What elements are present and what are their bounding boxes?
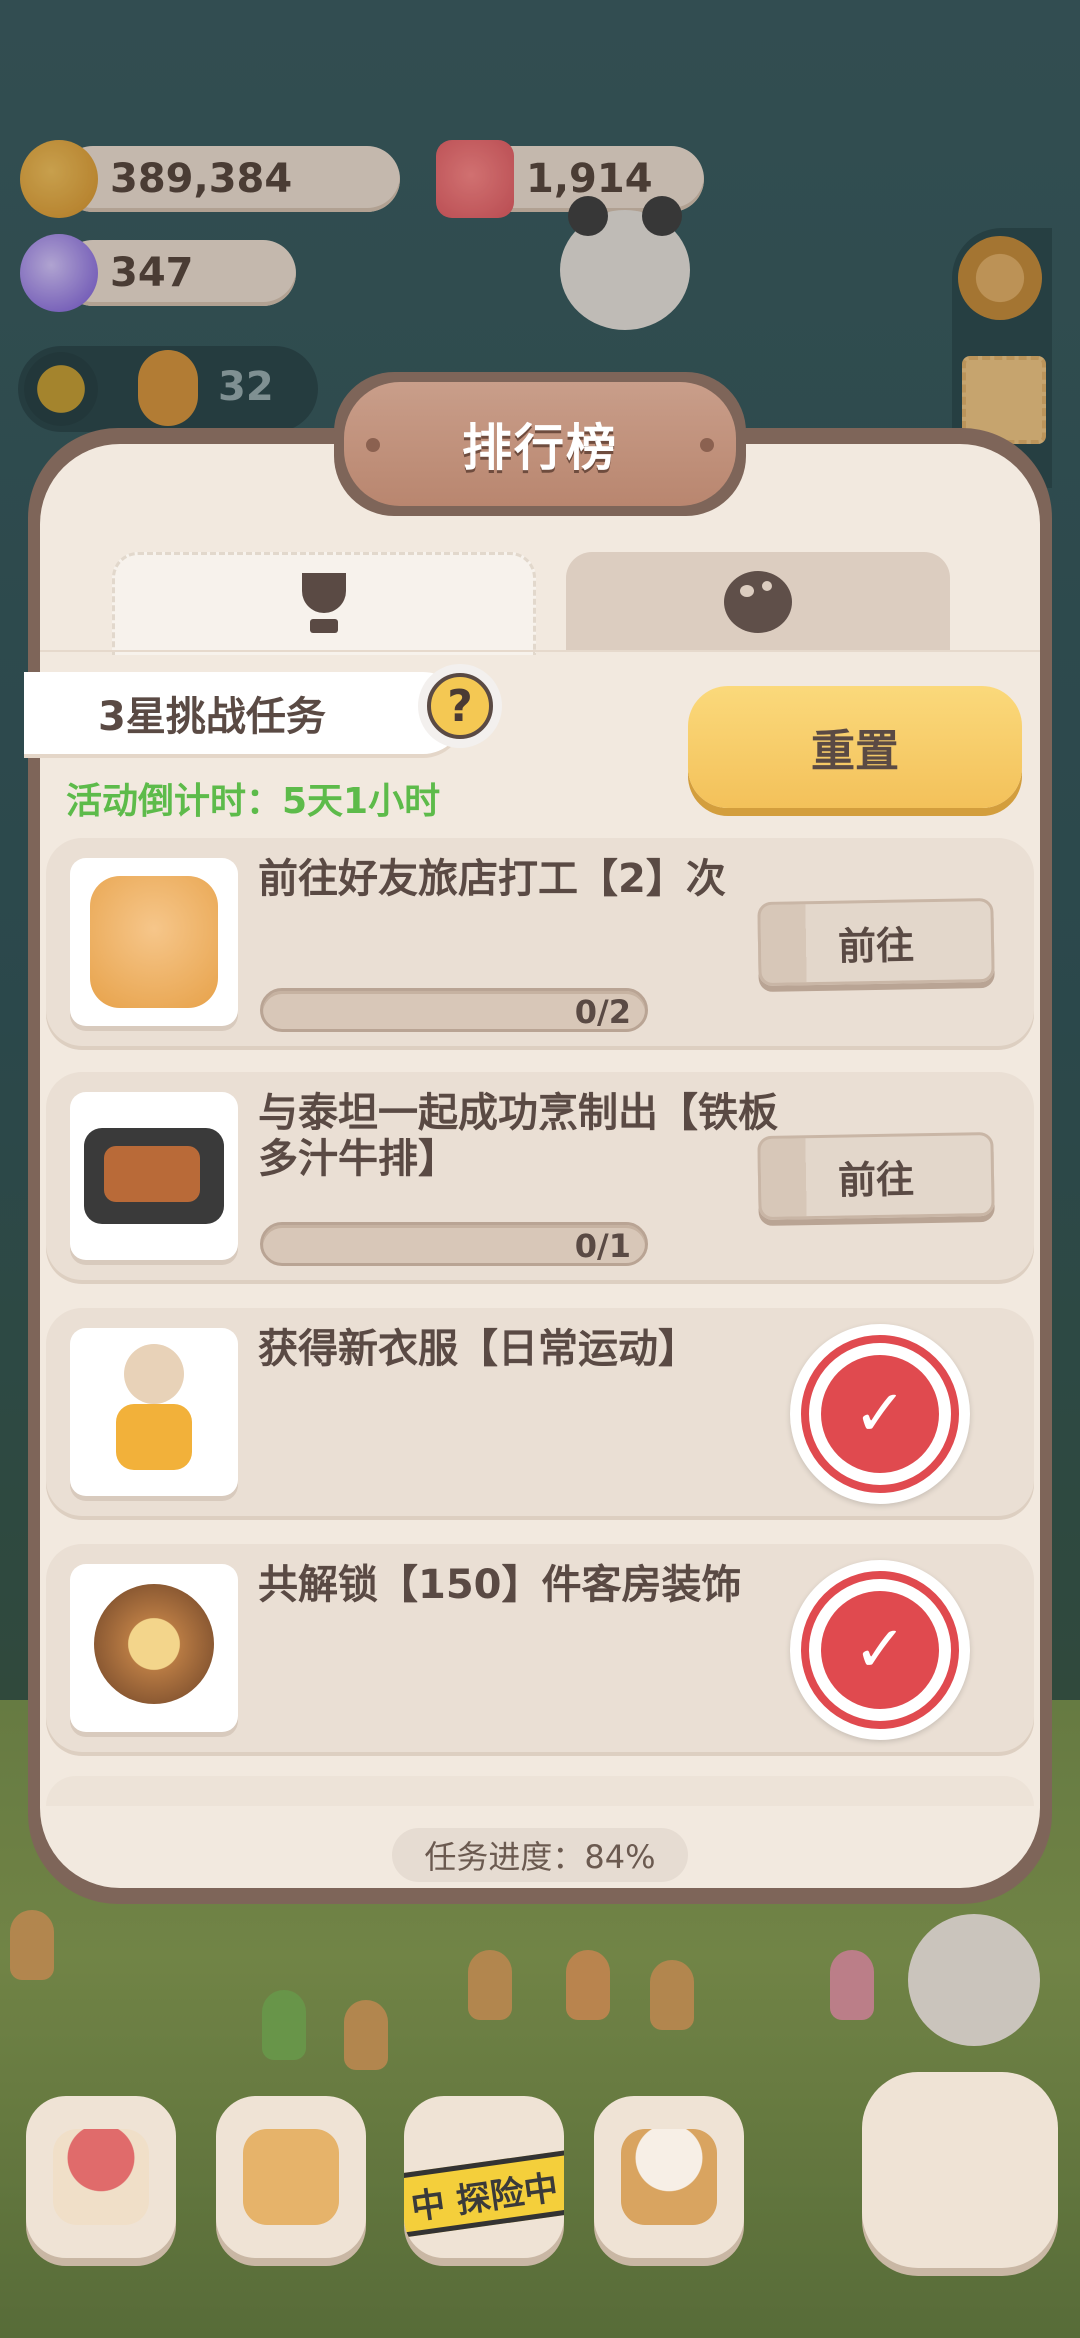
completed-stamp: ✓ (790, 1324, 970, 1504)
tab-divider (40, 650, 1040, 652)
event-countdown: 活动倒计时：5天1小时 (66, 781, 441, 822)
panel-title-text: 排行榜 (462, 419, 618, 477)
question-mark-icon: ? (427, 673, 493, 739)
plate-rivet (700, 438, 714, 452)
task-progress-text: 0/2 (574, 993, 631, 1031)
task-thumbnail (70, 858, 238, 1026)
trophy-icon (292, 573, 356, 637)
task-progress-bar: 0/1 (260, 1222, 648, 1266)
completed-stamp: ✓ (790, 1560, 970, 1740)
checkmark-icon: ✓ (821, 1355, 939, 1473)
task-thumbnail (70, 1328, 238, 1496)
go-button[interactable]: 前往 (757, 1131, 995, 1221)
explore-button[interactable]: 中 探险中 (404, 2096, 564, 2258)
task-thumbnail (70, 1092, 238, 1260)
checkmark-icon: ✓ (821, 1591, 939, 1709)
go-button[interactable]: 前往 (757, 897, 995, 987)
task-title: 与泰坦一起成功烹制出【铁板多汁牛排】 (258, 1090, 778, 1182)
task-thumbnail (70, 1564, 238, 1732)
task-progress-text: 0/1 (574, 1227, 631, 1265)
task-progress-bar: 0/2 (260, 988, 648, 1032)
challenge-label: 3星挑战任务 (24, 672, 464, 754)
panel-title: 排行榜 (344, 382, 736, 506)
mushroom-house-icon (53, 2129, 149, 2225)
task-title: 前往好友旅店打工【2】次 (258, 856, 726, 902)
help-button[interactable]: ? (418, 664, 502, 748)
planet-icon (724, 571, 792, 633)
reset-button[interactable]: 重置 (688, 686, 1022, 808)
house-button[interactable] (26, 2096, 176, 2258)
next-task-peek (46, 1776, 1034, 1806)
shop-icon (621, 2129, 717, 2225)
explore-status: 中 探险中 (404, 2148, 564, 2240)
alarm-clock-button[interactable] (862, 2072, 1058, 2268)
plate-rivet (366, 438, 380, 452)
task-title: 获得新衣服【日常运动】 (258, 1326, 698, 1372)
shop-button[interactable] (594, 2096, 744, 2258)
challenge-label-text: 3星挑战任务 (98, 694, 326, 740)
notebook-icon (243, 2129, 339, 2225)
tab-planet[interactable] (566, 552, 950, 652)
task-title: 共解锁【150】件客房装饰 (258, 1562, 742, 1608)
overall-progress: 任务进度：84% (392, 1828, 688, 1882)
tab-trophy[interactable] (112, 552, 536, 655)
notebook-button[interactable] (216, 2096, 366, 2258)
